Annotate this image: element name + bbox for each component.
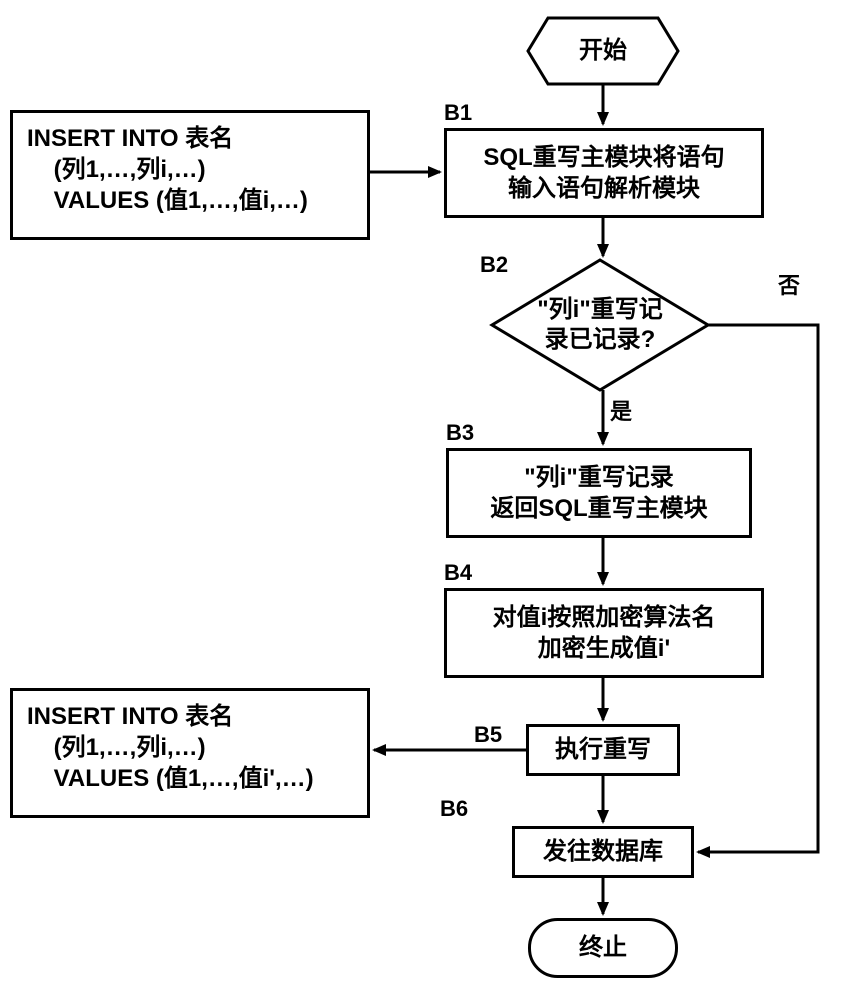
input-sql-rewritten: INSERT INTO 表名 (列1,…,列i,…) VALUES (值1,…,… — [10, 688, 370, 818]
start-label: 开始 — [528, 18, 678, 84]
end-label: 终止 — [528, 918, 678, 978]
step-b4-text: 对值i按照加密算法名 加密生成值i' — [493, 602, 716, 664]
step-b3-text: "列i"重写记录 返回SQL重写主模块 — [490, 462, 707, 524]
label-b1: B1 — [444, 100, 472, 126]
label-b3: B3 — [446, 420, 474, 446]
label-b5: B5 — [474, 722, 502, 748]
input-sql-rewritten-text: INSERT INTO 表名 (列1,…,列i,…) VALUES (值1,…,… — [27, 701, 314, 795]
step-b1: SQL重写主模块将语句 输入语句解析模块 — [444, 128, 764, 218]
label-b4: B4 — [444, 560, 472, 586]
step-b5-text: 执行重写 — [555, 734, 651, 765]
input-sql-original: INSERT INTO 表名 (列1,…,列i,…) VALUES (值1,…,… — [10, 110, 370, 240]
step-b6-text: 发往数据库 — [543, 836, 663, 867]
step-b3: "列i"重写记录 返回SQL重写主模块 — [446, 448, 752, 538]
label-b6: B6 — [440, 796, 468, 822]
input-sql-original-text: INSERT INTO 表名 (列1,…,列i,…) VALUES (值1,…,… — [27, 123, 308, 217]
step-b4: 对值i按照加密算法名 加密生成值i' — [444, 588, 764, 678]
step-b6: 发往数据库 — [512, 826, 694, 878]
step-b1-text: SQL重写主模块将语句 输入语句解析模块 — [483, 142, 724, 204]
label-b2: B2 — [480, 252, 508, 278]
branch-no: 否 — [778, 268, 800, 300]
step-b2-text: "列i"重写记 录已记录? — [492, 260, 708, 390]
branch-yes: 是 — [610, 394, 632, 426]
step-b5: 执行重写 — [526, 724, 680, 776]
